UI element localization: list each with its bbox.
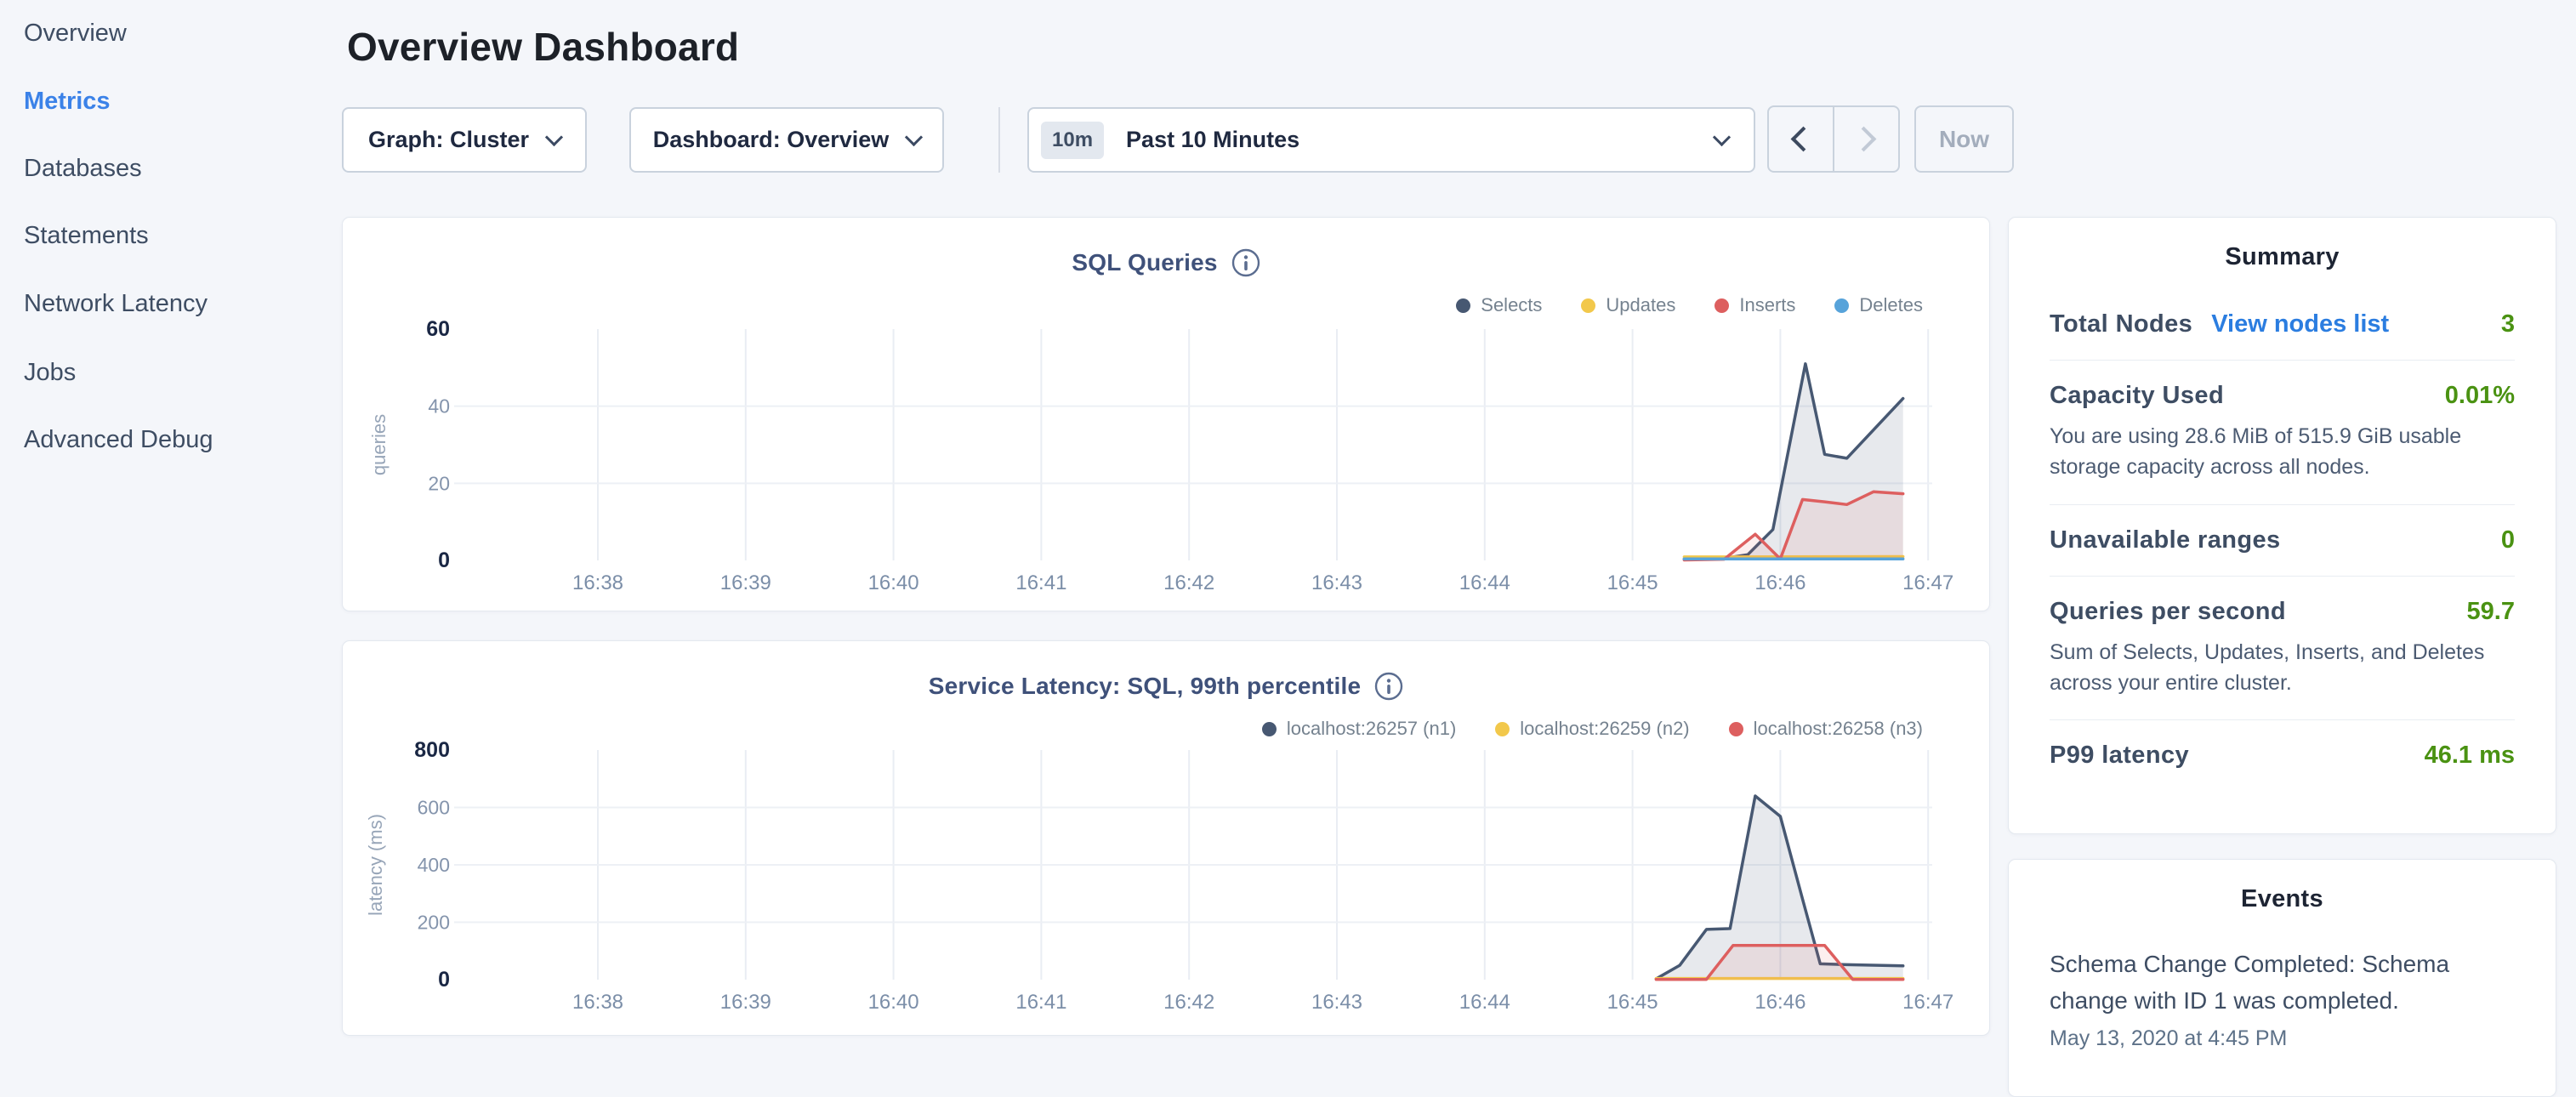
service-latency-card: Service Latency: SQL, 99th percentile lo… bbox=[342, 640, 1990, 1036]
p99-latency-value: 46.1 ms bbox=[2425, 742, 2515, 770]
svg-text:16:45: 16:45 bbox=[1607, 991, 1658, 1014]
svg-text:16:46: 16:46 bbox=[1754, 571, 1805, 594]
sidebar-item-overview[interactable]: Overview bbox=[24, 14, 127, 52]
time-forward-button[interactable] bbox=[1833, 107, 1898, 171]
svg-text:16:38: 16:38 bbox=[572, 991, 623, 1014]
sidebar-item-jobs[interactable]: Jobs bbox=[24, 354, 76, 391]
svg-text:16:41: 16:41 bbox=[1015, 991, 1066, 1014]
dashboard-dropdown[interactable]: Dashboard: Overview bbox=[629, 107, 944, 173]
svg-text:16:38: 16:38 bbox=[572, 571, 623, 594]
time-range-label: Past 10 Minutes bbox=[1126, 127, 1715, 153]
graph-scope-dropdown[interactable]: Graph: Cluster bbox=[342, 107, 587, 173]
svg-text:queries: queries bbox=[368, 414, 390, 475]
time-back-button[interactable] bbox=[1769, 107, 1833, 171]
summary-row-unavailable-ranges: Unavailable ranges 0 bbox=[2050, 504, 2515, 576]
svg-text:16:41: 16:41 bbox=[1015, 571, 1066, 594]
chevron-down-icon bbox=[905, 128, 923, 146]
svg-text:16:42: 16:42 bbox=[1163, 571, 1214, 594]
event-list-item: Schema Change Completed: Schema change w… bbox=[2050, 946, 2515, 1051]
total-nodes-value: 3 bbox=[2501, 310, 2515, 338]
svg-text:16:46: 16:46 bbox=[1754, 991, 1805, 1014]
view-nodes-list-link[interactable]: View nodes list bbox=[2211, 310, 2389, 338]
svg-text:20: 20 bbox=[428, 472, 450, 494]
sidebar-item-network-latency[interactable]: Network Latency bbox=[24, 285, 208, 322]
event-text: Schema Change Completed: Schema change w… bbox=[2050, 946, 2515, 1020]
time-range-picker[interactable]: 10m Past 10 Minutes bbox=[1027, 107, 1755, 173]
event-timestamp: May 13, 2020 at 4:45 PM bbox=[2050, 1026, 2515, 1051]
service-latency-chart[interactable]: 16:38 16:39 16:40 16:41 16:42 16:43 16:44 16:45… bbox=[343, 641, 1991, 1037]
sql-queries-chart[interactable]: 16:38 16:39 16:40 16:41 16:42 16:43 16:44 16:45… bbox=[343, 218, 1991, 612]
summary-row-queries-per-second: Queries per second 59.7 Sum of Selects, … bbox=[2050, 576, 2515, 720]
svg-text:16:40: 16:40 bbox=[868, 571, 919, 594]
svg-text:400: 400 bbox=[418, 854, 450, 876]
capacity-used-label: Capacity Used bbox=[2050, 382, 2224, 410]
svg-text:16:45: 16:45 bbox=[1607, 571, 1658, 594]
chevron-left-icon bbox=[1791, 127, 1817, 152]
time-range-badge: 10m bbox=[1041, 122, 1104, 159]
dashboard-dropdown-label: Dashboard: Overview bbox=[653, 127, 890, 153]
svg-text:16:40: 16:40 bbox=[868, 991, 919, 1014]
total-nodes-label: Total Nodes bbox=[2050, 310, 2192, 338]
svg-text:16:44: 16:44 bbox=[1459, 571, 1510, 594]
time-step-buttons bbox=[1767, 105, 1900, 173]
graph-scope-dropdown-label: Graph: Cluster bbox=[368, 127, 529, 153]
svg-text:16:39: 16:39 bbox=[720, 991, 771, 1014]
summary-panel: Summary Total Nodes View nodes list 3 Ca… bbox=[2008, 217, 2556, 834]
controls-divider bbox=[998, 107, 1000, 173]
svg-text:60: 60 bbox=[426, 317, 450, 341]
svg-text:latency (ms): latency (ms) bbox=[365, 814, 386, 916]
sidebar-item-statements[interactable]: Statements bbox=[24, 217, 149, 254]
p99-latency-label: P99 latency bbox=[2050, 742, 2189, 770]
sidebar-item-advanced-debug[interactable]: Advanced Debug bbox=[24, 421, 213, 458]
now-button[interactable]: Now bbox=[1914, 105, 2014, 173]
sql-queries-card: SQL Queries Selects Updates Inserts Dele… bbox=[342, 217, 1990, 611]
summary-row-p99-latency: P99 latency 46.1 ms bbox=[2050, 719, 2515, 791]
summary-row-total-nodes: Total Nodes View nodes list 3 bbox=[2050, 310, 2515, 360]
svg-text:40: 40 bbox=[428, 395, 450, 418]
summary-row-capacity-used: Capacity Used 0.01% You are using 28.6 M… bbox=[2050, 360, 2515, 504]
svg-text:16:43: 16:43 bbox=[1311, 571, 1362, 594]
queries-per-second-value: 59.7 bbox=[2467, 598, 2515, 626]
svg-text:0: 0 bbox=[438, 968, 450, 992]
svg-text:800: 800 bbox=[414, 738, 450, 762]
svg-text:16:47: 16:47 bbox=[1902, 571, 1953, 594]
sidebar: Overview Metrics Databases Statements Ne… bbox=[0, 0, 340, 1051]
queries-per-second-subtext: Sum of Selects, Updates, Inserts, and De… bbox=[2050, 637, 2515, 699]
summary-title: Summary bbox=[2050, 243, 2515, 271]
chevron-down-icon bbox=[545, 128, 563, 146]
capacity-used-subtext: You are using 28.6 MiB of 515.9 GiB usab… bbox=[2050, 421, 2515, 483]
events-panel: Events Schema Change Completed: Schema c… bbox=[2008, 859, 2556, 1097]
events-title: Events bbox=[2050, 885, 2515, 913]
svg-text:16:42: 16:42 bbox=[1163, 991, 1214, 1014]
queries-per-second-label: Queries per second bbox=[2050, 598, 2286, 626]
unavailable-ranges-value: 0 bbox=[2501, 526, 2515, 554]
svg-text:0: 0 bbox=[438, 548, 450, 572]
svg-text:16:39: 16:39 bbox=[720, 571, 771, 594]
page-title: Overview Dashboard bbox=[347, 24, 739, 70]
svg-text:600: 600 bbox=[418, 797, 450, 819]
svg-text:200: 200 bbox=[418, 912, 450, 934]
sidebar-item-databases[interactable]: Databases bbox=[24, 150, 142, 187]
chevron-down-icon bbox=[1713, 128, 1731, 146]
svg-text:16:43: 16:43 bbox=[1311, 991, 1362, 1014]
unavailable-ranges-label: Unavailable ranges bbox=[2050, 526, 2281, 554]
svg-text:16:47: 16:47 bbox=[1902, 991, 1953, 1014]
capacity-used-value: 0.01% bbox=[2445, 382, 2515, 410]
sidebar-item-metrics[interactable]: Metrics bbox=[24, 82, 111, 120]
chevron-right-icon bbox=[1851, 127, 1877, 152]
svg-text:16:44: 16:44 bbox=[1459, 991, 1510, 1014]
